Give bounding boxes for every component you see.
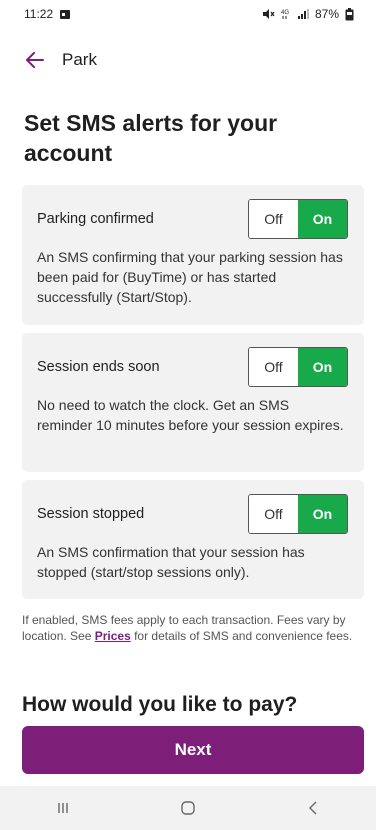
- alert-row: Session stopped Off On: [37, 494, 348, 534]
- next-button[interactable]: Next: [22, 726, 364, 774]
- status-left: 11:22: [24, 7, 71, 21]
- alert-card-session-stopped: Session stopped Off On An SMS confirmati…: [22, 480, 364, 599]
- svg-text:4G: 4G: [281, 10, 289, 16]
- alert-title: Parking confirmed: [37, 211, 154, 227]
- session-stopped-toggle: Off On: [248, 494, 348, 534]
- toggle-on-button[interactable]: On: [298, 495, 347, 533]
- back-arrow-icon[interactable]: [22, 47, 48, 73]
- alert-description: An SMS confirmation that your session ha…: [37, 544, 305, 580]
- recent-apps-icon[interactable]: [33, 788, 93, 828]
- payment-heading: How would you like to pay?: [22, 693, 298, 716]
- battery-percent: 87%: [314, 7, 339, 21]
- parking-confirmed-toggle: Off On: [248, 199, 348, 239]
- session-ends-soon-toggle: Off On: [248, 347, 348, 387]
- sms-fees-note: If enabled, SMS fees apply to each trans…: [22, 612, 362, 644]
- page-title: Park: [62, 50, 97, 69]
- home-icon[interactable]: [158, 788, 218, 828]
- status-time: 11:22: [24, 7, 54, 21]
- network-type-icon: 4G: [281, 8, 291, 20]
- fees-text-after: for details of SMS and convenience fees.: [130, 629, 353, 643]
- signal-icon: [297, 8, 309, 20]
- back-icon[interactable]: [283, 788, 343, 828]
- alert-card-parking-confirmed: Parking confirmed Off On An SMS confirmi…: [22, 185, 364, 325]
- status-right: 4G 87%: [262, 7, 354, 21]
- toggle-off-button[interactable]: Off: [249, 495, 298, 533]
- alert-title: Session ends soon: [37, 359, 160, 375]
- top-app-bar: Park: [0, 42, 376, 78]
- toggle-off-button[interactable]: Off: [249, 200, 298, 238]
- calendar-notification-icon: [59, 8, 71, 20]
- sms-alerts-heading: Set SMS alerts for your account: [24, 110, 278, 166]
- alert-description: No need to watch the clock. Get an SMS r…: [37, 397, 344, 433]
- battery-icon: [345, 7, 354, 21]
- toggle-off-button[interactable]: Off: [249, 348, 298, 386]
- alert-description: An SMS confirming that your parking sess…: [37, 249, 343, 305]
- alert-row: Parking confirmed Off On: [37, 199, 348, 239]
- toggle-on-button[interactable]: On: [298, 348, 347, 386]
- alert-card-session-ends-soon: Session ends soon Off On No need to watc…: [22, 333, 364, 472]
- alert-title: Session stopped: [37, 506, 145, 522]
- status-bar: 11:22 4G 87%: [0, 0, 376, 28]
- toggle-on-button[interactable]: On: [298, 200, 347, 238]
- mute-icon: [262, 8, 275, 20]
- prices-link[interactable]: Prices: [95, 629, 131, 643]
- alert-row: Session ends soon Off On: [37, 347, 348, 387]
- system-nav-bar: [0, 786, 376, 830]
